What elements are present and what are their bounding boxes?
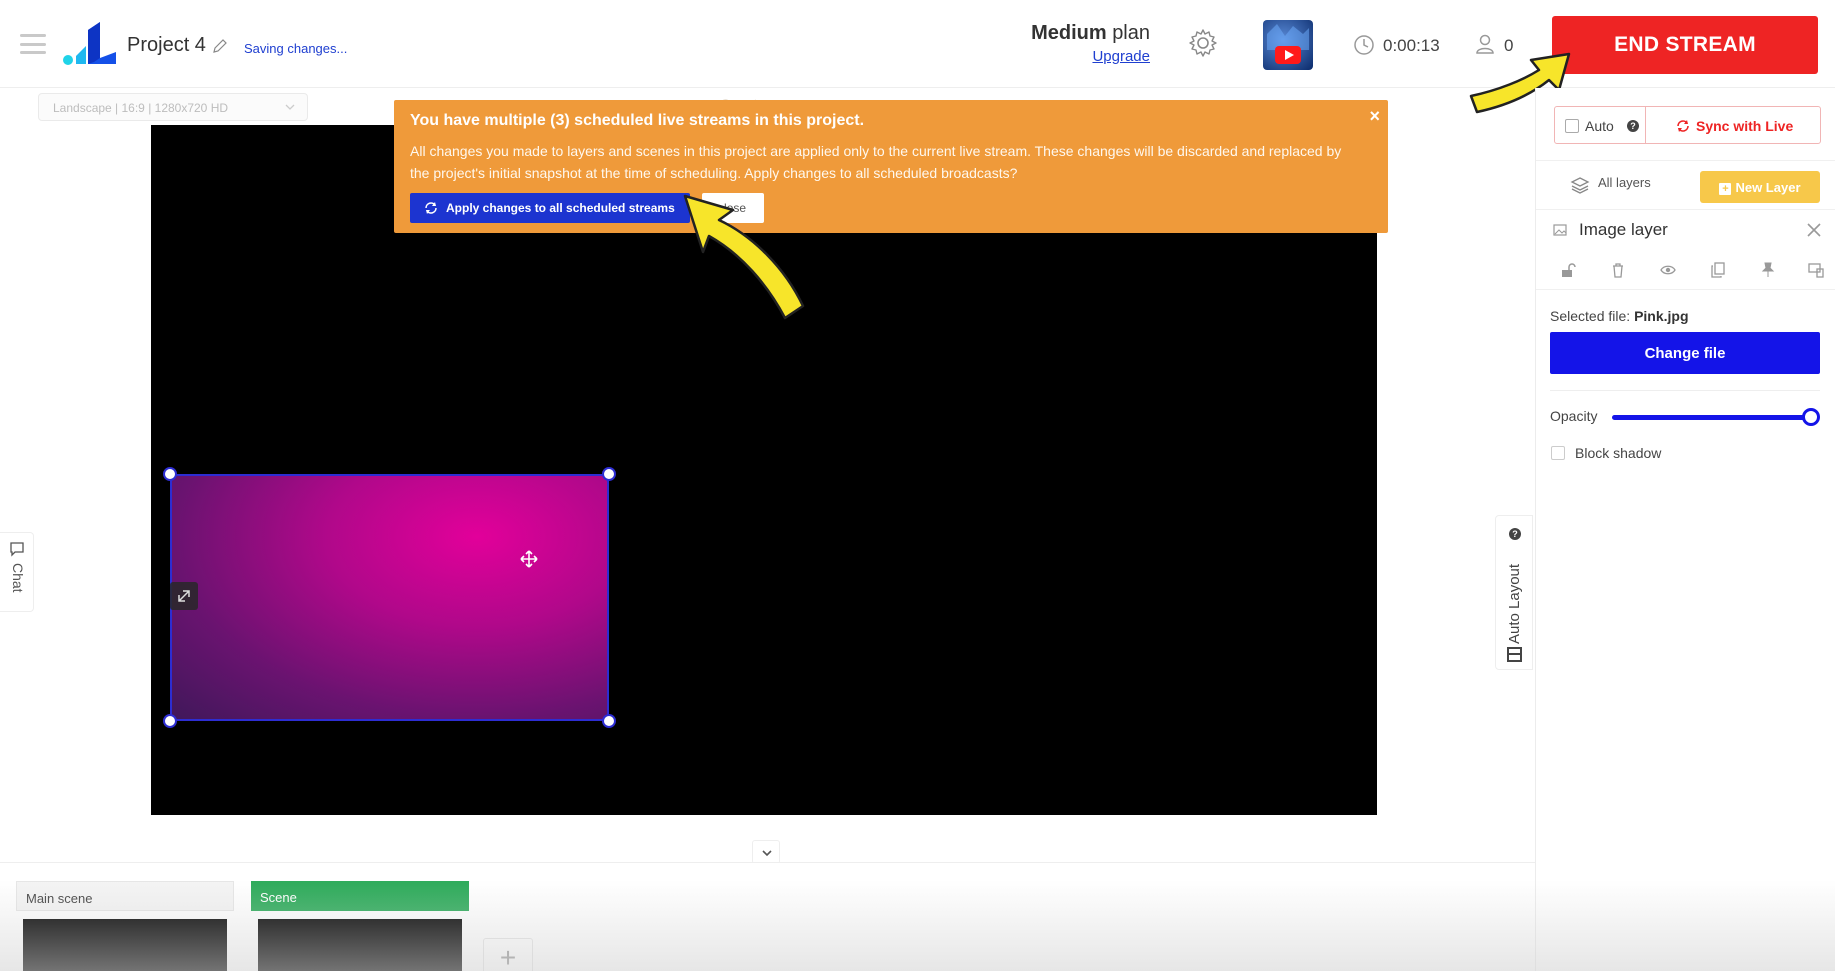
resolution-value: Landscape | 16:9 | 1280x720 HD — [53, 101, 229, 115]
gear-icon[interactable] — [1187, 27, 1219, 59]
resize-handle-bottom-left[interactable] — [163, 714, 177, 728]
apply-changes-button[interactable]: Apply changes to all scheduled streams — [410, 193, 690, 223]
layer-title: Image layer — [1579, 220, 1668, 239]
chat-tab[interactable]: Chat — [0, 532, 34, 612]
opacity-label: Opacity — [1550, 408, 1598, 424]
scene-card-main[interactable]: Main scene — [16, 881, 234, 971]
chat-icon — [10, 542, 24, 557]
layer-tools — [1536, 250, 1835, 290]
scene-thumbnail — [23, 919, 227, 971]
eye-icon[interactable] — [1660, 262, 1676, 278]
scene-title: Scene — [251, 881, 469, 911]
sync-with-live-label: Sync with Live — [1696, 118, 1794, 134]
new-layer-label: New Layer — [1735, 179, 1801, 195]
auto-label: Auto — [1585, 118, 1614, 134]
expand-layer-button[interactable] — [170, 582, 198, 610]
scheduled-streams-banner: You have multiple (3) scheduled live str… — [394, 100, 1388, 233]
close-icon[interactable] — [1806, 222, 1822, 238]
move-icon[interactable] — [520, 550, 538, 568]
plan-indicator: Medium plan — [1030, 22, 1150, 45]
end-stream-button[interactable]: END STREAM — [1552, 16, 1818, 74]
resize-handle-bottom-right[interactable] — [602, 714, 616, 728]
opacity-slider-track[interactable] — [1612, 415, 1812, 420]
expand-icon — [178, 590, 190, 602]
selected-file-name: Pink.jpg — [1634, 308, 1689, 324]
scene-card-scene[interactable]: Scene — [251, 881, 469, 971]
stream-timer: 0:00:13 — [1383, 36, 1440, 55]
image-layer-pink[interactable] — [170, 474, 609, 721]
plus-square-icon: + — [1719, 182, 1732, 195]
scene-thumbnail — [258, 919, 462, 971]
upgrade-link[interactable]: Upgrade — [1060, 48, 1150, 65]
menu-icon[interactable] — [20, 34, 46, 54]
new-layer-button[interactable]: + New Layer — [1700, 171, 1820, 203]
chat-tab-label: Chat — [10, 563, 26, 593]
scene-title: Main scene — [16, 881, 234, 911]
collapse-scenes-button[interactable] — [752, 840, 780, 864]
plan-suffix: plan — [1112, 22, 1150, 44]
image-icon — [1553, 224, 1567, 236]
clock-icon — [1354, 35, 1374, 55]
selected-file: Selected file: Pink.jpg — [1550, 308, 1689, 324]
auto-layout-label: Auto Layout — [1506, 563, 1523, 644]
block-shadow-label: Block shadow — [1575, 445, 1662, 461]
layer-header: Image layer — [1536, 210, 1835, 250]
trash-icon[interactable] — [1610, 262, 1626, 278]
banner-message: All changes you made to layers and scene… — [410, 143, 1342, 181]
resolution-select[interactable]: Landscape | 16:9 | 1280x720 HD — [38, 93, 308, 121]
scenes-bar: Main scene Scene + — [0, 862, 1535, 971]
app-logo — [63, 22, 116, 65]
resize-handle-top-left[interactable] — [163, 467, 177, 481]
auto-layout-tab[interactable]: ? Auto Layout — [1495, 515, 1533, 670]
add-scene-button[interactable]: + — [483, 938, 533, 971]
youtube-destination-thumbnail[interactable] — [1263, 20, 1313, 70]
annotation-arrow-icon — [683, 194, 805, 320]
banner-close-icon[interactable]: × — [1369, 106, 1380, 127]
plan-name: Medium — [1031, 22, 1107, 44]
layers-toolbar: All layers + New Layer — [1536, 160, 1835, 210]
pencil-icon[interactable] — [212, 38, 228, 54]
banner-title: You have multiple (3) scheduled live str… — [410, 112, 865, 129]
unlock-icon[interactable] — [1560, 262, 1576, 278]
sync-icon — [1677, 120, 1689, 132]
block-shadow-checkbox[interactable] — [1551, 446, 1565, 460]
resize-handle-top-right[interactable] — [602, 467, 616, 481]
resize-screen-icon[interactable] — [1808, 262, 1824, 278]
sync-with-live-button[interactable]: Sync with Live — [1645, 106, 1821, 144]
sync-icon — [425, 202, 437, 214]
saving-status: Saving changes... — [244, 41, 348, 56]
apply-changes-label: Apply changes to all scheduled streams — [446, 201, 675, 215]
auto-toggle[interactable]: Auto ? — [1554, 106, 1646, 144]
divider — [1550, 390, 1820, 391]
change-file-button[interactable]: Change file — [1550, 332, 1820, 374]
svg-text:?: ? — [1512, 529, 1518, 539]
youtube-icon — [1267, 24, 1309, 64]
selected-file-prefix: Selected file: — [1550, 308, 1631, 324]
duplicate-icon[interactable] — [1710, 262, 1726, 278]
all-layers-button[interactable]: All layers — [1568, 175, 1651, 190]
chevron-down-icon — [285, 104, 295, 110]
help-icon[interactable]: ? — [1627, 120, 1639, 132]
layer-properties-panel: Auto ? Sync with Live All layers + New La… — [1535, 88, 1835, 971]
pin-icon[interactable] — [1760, 262, 1776, 278]
opacity-slider-thumb[interactable] — [1802, 408, 1820, 426]
project-title: Project 4 — [127, 34, 206, 56]
auto-checkbox[interactable] — [1565, 119, 1579, 133]
